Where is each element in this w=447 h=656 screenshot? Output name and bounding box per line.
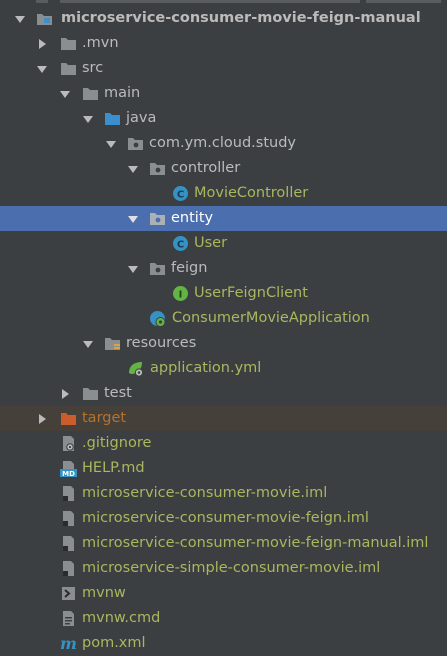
tree-node-target[interactable]: target (0, 406, 447, 431)
iml-file-icon (60, 560, 77, 577)
expand-arrow-icon[interactable] (14, 13, 26, 25)
tree-node-project-root[interactable]: microservice-consumer-movie-feign-manual (0, 6, 447, 31)
source-folder-icon (104, 110, 121, 127)
tree-node-mvnw[interactable]: mvnw (0, 581, 447, 606)
package-icon (149, 260, 166, 277)
tree-node-label: java (126, 110, 157, 126)
tree-node-label: src (82, 60, 104, 76)
spring-yml-icon (127, 360, 144, 377)
tree-node-mvnw-cmd[interactable]: mvnw.cmd (0, 606, 447, 631)
package-icon (127, 135, 144, 152)
expand-arrow-icon[interactable] (127, 213, 139, 225)
tree-node-feign[interactable]: feign (0, 256, 447, 281)
iml-file-icon (60, 510, 77, 527)
tree-node-label: feign (171, 260, 208, 276)
tree-node-label: controller (171, 160, 241, 176)
tree-node-label: .mvn (82, 35, 119, 51)
tree-node-java[interactable]: java (0, 106, 447, 131)
svg-text:MD: MD (62, 470, 75, 477)
package-icon (149, 210, 166, 227)
tree-node-src[interactable]: src (0, 56, 447, 81)
expand-arrow-icon[interactable] (127, 163, 139, 175)
folder-icon (60, 35, 77, 52)
expand-arrow-icon[interactable] (59, 88, 71, 100)
package-icon (149, 160, 166, 177)
spring-boot-class-icon (149, 310, 166, 327)
svg-text:I: I (179, 290, 183, 301)
svg-text:C: C (177, 190, 184, 201)
tree-node-consumer-movie-application[interactable]: ConsumerMovieApplication (0, 306, 447, 331)
tree-node-main[interactable]: main (0, 81, 447, 106)
module-icon (36, 10, 53, 27)
tree-node-label: com.ym.cloud.study (149, 135, 296, 151)
tree-node-label: pom.xml (82, 635, 146, 651)
tree-node-label: MovieController (194, 185, 309, 201)
tree-node-iml-file[interactable]: microservice-consumer-movie-feign-manual… (0, 531, 447, 556)
tree-node-label: target (82, 410, 127, 426)
maven-pom-icon: m (60, 635, 77, 652)
tree-node-label: microservice-consumer-movie-feign.iml (82, 510, 369, 526)
tree-node-user-feign-client[interactable]: I UserFeignClient (0, 281, 447, 306)
tree-node-label: entity (171, 210, 214, 226)
tree-node-help-md[interactable]: MD HELP.md (0, 456, 447, 481)
collapse-arrow-icon[interactable] (36, 38, 48, 50)
tree-node-controller[interactable]: controller (0, 156, 447, 181)
interface-icon: I (172, 285, 189, 302)
markdown-file-icon: MD (60, 460, 77, 477)
expand-arrow-icon[interactable] (105, 138, 117, 150)
tree-node-label: HELP.md (82, 460, 145, 476)
tree-node-pom-xml[interactable]: m pom.xml (0, 631, 447, 656)
gitignore-file-icon (60, 435, 77, 452)
tree-node-movie-controller[interactable]: C MovieController (0, 181, 447, 206)
tree-node-label: ConsumerMovieApplication (172, 310, 370, 326)
tree-node-label: microservice-simple-consumer-movie.iml (82, 560, 381, 576)
folder-icon (82, 385, 99, 402)
shell-script-icon (60, 585, 77, 602)
expand-arrow-icon[interactable] (82, 113, 94, 125)
tree-node-gitignore[interactable]: .gitignore (0, 431, 447, 456)
tree-node-label: test (104, 385, 132, 401)
class-icon: C (172, 235, 189, 252)
tree-node-application-yml[interactable]: application.yml (0, 356, 447, 381)
tree-node-test[interactable]: test (0, 381, 447, 406)
tree-node-label: microservice-consumer-movie-feign-manual… (82, 535, 429, 551)
tree-node-entity[interactable]: entity (0, 206, 447, 231)
tree-node-package[interactable]: com.ym.cloud.study (0, 131, 447, 156)
resources-folder-icon (104, 335, 121, 352)
class-icon: C (172, 185, 189, 202)
svg-text:C: C (177, 240, 184, 251)
tree-node-iml-file[interactable]: microservice-consumer-movie.iml (0, 481, 447, 506)
tree-node-mvn[interactable]: .mvn (0, 31, 447, 56)
excluded-folder-icon (60, 410, 77, 427)
tree-node-label: mvnw.cmd (82, 610, 161, 626)
tree-node-label: microservice-consumer-movie-feign-manual (61, 10, 421, 26)
tree-node-user[interactable]: C User (0, 231, 447, 256)
folder-icon (60, 60, 77, 77)
tree-node-iml-file[interactable]: microservice-consumer-movie-feign.iml (0, 506, 447, 531)
collapse-arrow-icon[interactable] (36, 413, 48, 425)
expand-arrow-icon[interactable] (82, 338, 94, 350)
tree-node-label: mvnw (82, 585, 126, 601)
tree-node-iml-file[interactable]: microservice-simple-consumer-movie.iml (0, 556, 447, 581)
tree-node-label: application.yml (150, 360, 262, 376)
tree-node-resources[interactable]: resources (0, 331, 447, 356)
tree-node-label: .gitignore (82, 435, 152, 451)
svg-text:m: m (60, 635, 77, 652)
collapse-arrow-icon[interactable] (59, 388, 71, 400)
tree-node-label: UserFeignClient (194, 285, 308, 301)
tree-node-label: resources (126, 335, 197, 351)
tree-node-label: microservice-consumer-movie.iml (82, 485, 328, 501)
iml-file-icon (60, 485, 77, 502)
folder-icon (82, 85, 99, 102)
cmd-file-icon (60, 610, 77, 627)
expand-arrow-icon[interactable] (36, 63, 48, 75)
iml-file-icon (60, 535, 77, 552)
expand-arrow-icon[interactable] (127, 263, 139, 275)
tree-node-label: User (194, 235, 228, 251)
tree-node-label: main (104, 85, 141, 101)
